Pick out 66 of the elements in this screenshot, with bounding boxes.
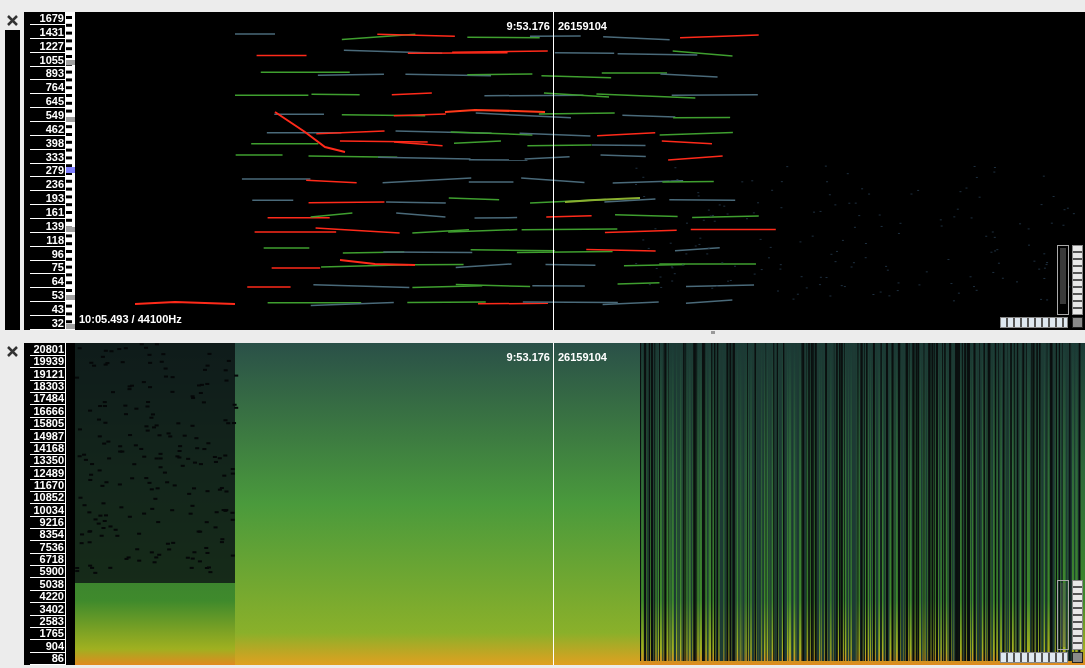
frequency-label: 9216 — [30, 517, 65, 530]
frequency-label: 549 — [30, 110, 65, 122]
position-info: 10:05.493 / 44100Hz — [79, 311, 182, 327]
gain-slider[interactable] — [1057, 245, 1069, 315]
frequency-label: 11670 — [30, 479, 65, 492]
frequency-label: 10034 — [30, 504, 65, 517]
frequency-label: 1227 — [30, 40, 65, 53]
frequency-label: 15805 — [30, 418, 65, 431]
zoom-thumbwheel[interactable] — [1000, 317, 1068, 328]
frequency-label: 13350 — [30, 455, 65, 468]
frequency-label: 5900 — [30, 566, 65, 579]
splitter-handle[interactable] — [710, 331, 715, 334]
frequency-label: 1679 — [30, 13, 65, 25]
frequency-label: 14168 — [30, 442, 65, 455]
frequency-label: 462 — [30, 123, 65, 136]
frequency-label: 96 — [30, 248, 65, 261]
frequency-label: 279 — [30, 165, 65, 178]
zoom-stepper[interactable] — [1072, 245, 1083, 315]
frequency-label: 10852 — [30, 492, 65, 505]
frequency-label: 6718 — [30, 554, 65, 567]
frequency-label: 53 — [30, 290, 65, 303]
frequency-label: 645 — [30, 96, 65, 109]
frequency-label: 193 — [30, 193, 65, 206]
frequency-label: 4220 — [30, 591, 65, 604]
frequency-label: 75 — [30, 262, 65, 275]
frequency-label: 893 — [30, 68, 65, 81]
frequency-label: 17484 — [30, 393, 65, 406]
frequency-label: 7536 — [30, 541, 65, 554]
frequency-label: 118 — [30, 234, 65, 247]
frequency-label: 398 — [30, 137, 65, 150]
frequency-label: 64 — [30, 276, 65, 289]
frequency-label: 3402 — [30, 603, 65, 616]
frequency-label: 904 — [30, 640, 65, 653]
close-icon — [6, 14, 18, 26]
frequency-label: 12489 — [30, 467, 65, 480]
close-button[interactable] — [5, 343, 19, 359]
frequency-label: 1055 — [30, 54, 65, 67]
frequency-label: 18303 — [30, 381, 65, 394]
frequency-label: 43 — [30, 304, 65, 317]
close-button[interactable] — [5, 12, 19, 28]
frequency-label: 1765 — [30, 628, 65, 641]
frequency-label: 19121 — [30, 368, 65, 381]
frequency-label: 236 — [30, 179, 65, 192]
frequency-label: 333 — [30, 151, 65, 164]
reset-zoom-button[interactable] — [1072, 317, 1083, 328]
frequency-label: 16666 — [30, 405, 65, 418]
frequency-label: 8354 — [30, 529, 65, 542]
playhead-time: 9:53.176 — [506, 350, 550, 365]
playhead-frame: 26159104 — [558, 349, 607, 366]
frequency-label: 5038 — [30, 578, 65, 591]
frequency-label: 19939 — [30, 356, 65, 369]
frequency-label: 32 — [30, 317, 65, 330]
zoom-stepper[interactable] — [1072, 580, 1083, 650]
frequency-label: 139 — [30, 220, 65, 233]
frequency-label: 764 — [30, 82, 65, 95]
reset-zoom-button[interactable] — [1072, 652, 1083, 663]
frequency-label: 86 — [30, 653, 65, 665]
frequency-label: 161 — [30, 207, 65, 220]
playhead-time: 9:53.176 — [506, 19, 550, 34]
zoom-thumbwheel[interactable] — [1000, 652, 1068, 663]
playhead-frame: 26159104 — [558, 18, 607, 35]
frequency-label: 1431 — [30, 26, 65, 39]
frequency-label: 14987 — [30, 430, 65, 443]
frequency-label: 20801 — [30, 344, 65, 356]
close-icon — [6, 345, 18, 357]
frequency-label: 2583 — [30, 615, 65, 628]
